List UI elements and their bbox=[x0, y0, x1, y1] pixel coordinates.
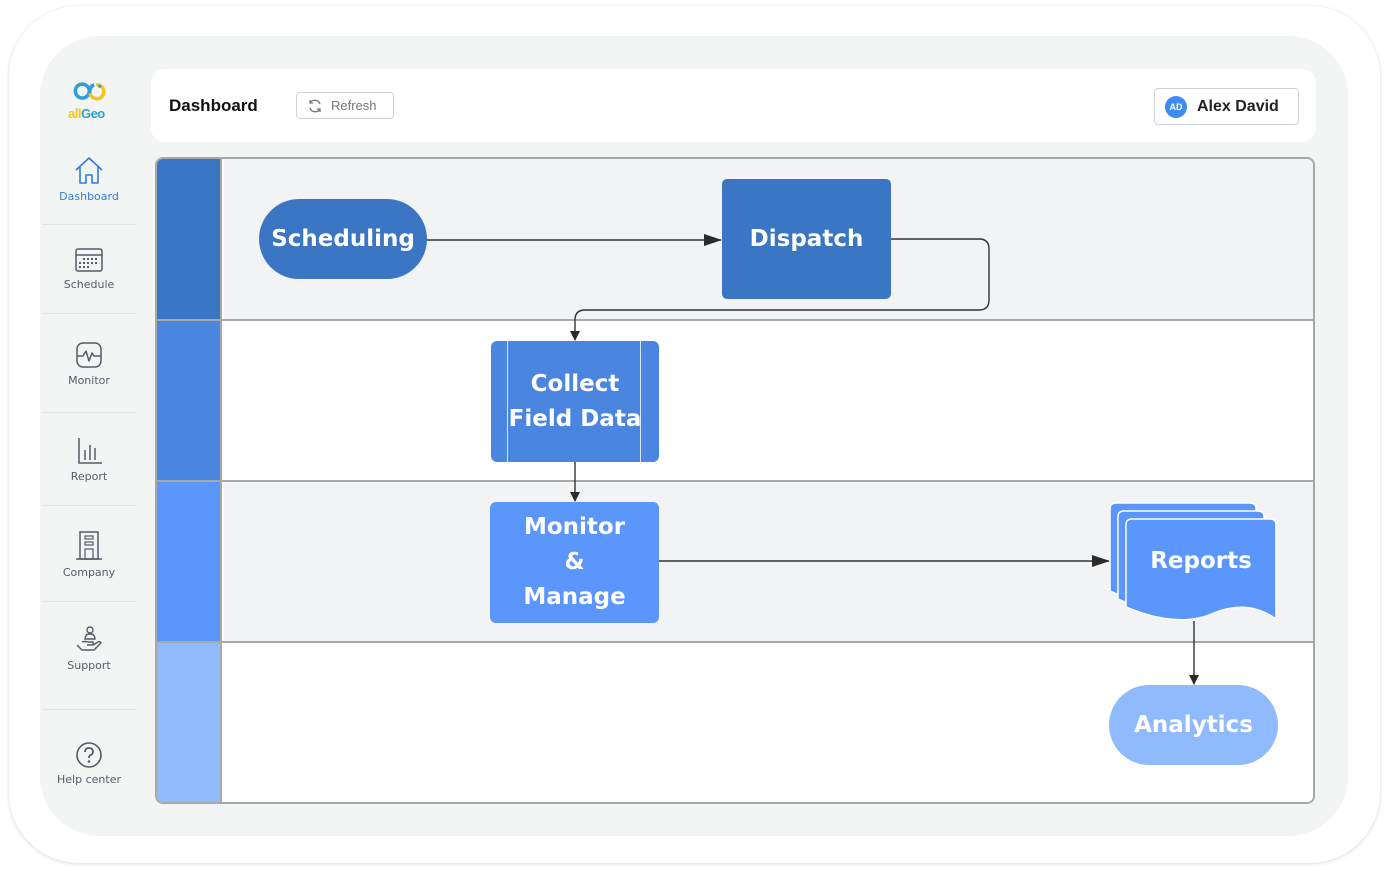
hand-person-icon bbox=[76, 626, 102, 651]
sidebar-item-dashboard[interactable]: Dashboard bbox=[42, 156, 136, 203]
logo-text: allGeo bbox=[68, 106, 105, 121]
bar-chart-icon bbox=[78, 438, 102, 464]
swimlane-diagram: Scheduling Dispatch Collect Field Data M… bbox=[155, 157, 1315, 804]
node-collect-field-data[interactable]: Collect Field Data bbox=[491, 341, 659, 462]
sidebar-item-company[interactable]: Company bbox=[42, 530, 136, 579]
home-icon bbox=[75, 157, 103, 184]
process-bar-left bbox=[507, 341, 508, 462]
sidebar-divider bbox=[42, 505, 136, 506]
node-analytics[interactable]: Analytics bbox=[1109, 685, 1278, 765]
sidebar-item-monitor[interactable]: Monitor bbox=[42, 340, 136, 387]
refresh-button[interactable]: Refresh bbox=[296, 92, 394, 119]
monitor-pulse-icon bbox=[76, 342, 102, 368]
page-title: Dashboard bbox=[169, 96, 258, 115]
question-circle-icon bbox=[76, 742, 102, 768]
calendar-icon bbox=[75, 248, 103, 272]
refresh-icon bbox=[309, 99, 321, 112]
sidebar-divider bbox=[42, 709, 136, 710]
swimlane-header bbox=[157, 159, 222, 319]
process-bar-right bbox=[640, 341, 641, 462]
swimlane-2 bbox=[157, 321, 1313, 480]
node-reports[interactable]: Reports bbox=[1126, 531, 1276, 591]
avatar: AD bbox=[1165, 95, 1187, 118]
sidebar-item-schedule[interactable]: Schedule bbox=[42, 246, 136, 291]
sidebar-item-report[interactable]: Report bbox=[42, 436, 136, 483]
user-menu-button[interactable]: AD Alex David bbox=[1154, 88, 1299, 125]
sidebar-divider bbox=[42, 412, 136, 413]
sidebar-divider bbox=[42, 601, 136, 602]
swimlane-header bbox=[157, 482, 222, 641]
node-dispatch[interactable]: Dispatch bbox=[722, 179, 891, 299]
sidebar-divider bbox=[42, 313, 136, 314]
swimlane-header bbox=[157, 321, 222, 480]
user-name: Alex David bbox=[1197, 97, 1279, 115]
node-scheduling[interactable]: Scheduling bbox=[259, 199, 427, 279]
top-header: Dashboard Refresh AD Alex David bbox=[151, 69, 1316, 142]
swimlane-header bbox=[157, 643, 222, 802]
node-monitor-manage[interactable]: Monitor & Manage bbox=[490, 502, 659, 623]
sidebar-item-help-center[interactable]: Help center bbox=[42, 741, 136, 786]
sidebar-divider bbox=[42, 224, 136, 225]
sidebar-item-support[interactable]: Support bbox=[42, 625, 136, 672]
building-icon bbox=[76, 531, 102, 560]
swimlane-body bbox=[224, 321, 1313, 480]
